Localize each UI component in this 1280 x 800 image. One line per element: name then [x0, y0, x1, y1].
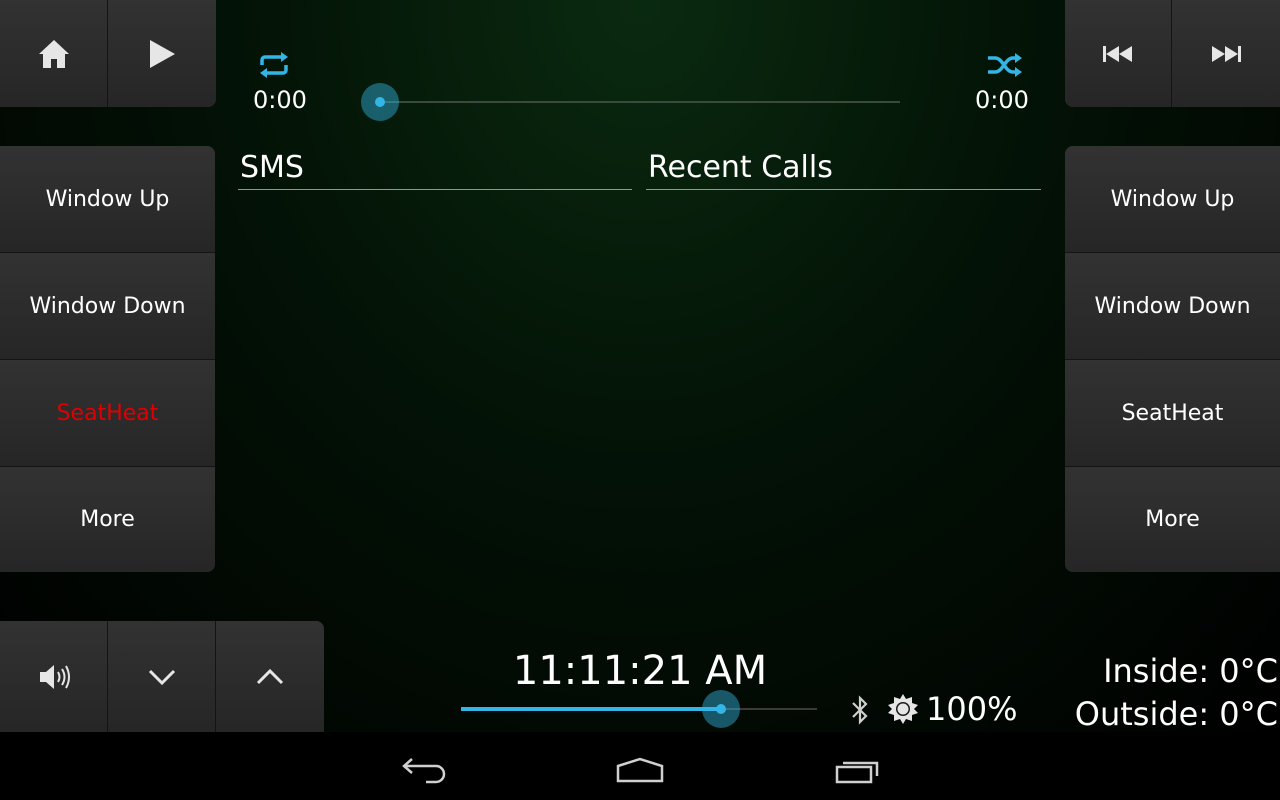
volume-button[interactable] [0, 621, 108, 732]
nav-home-icon [615, 756, 665, 784]
tab-sms[interactable]: SMS [238, 150, 632, 190]
left-seatheat-button[interactable]: SeatHeat [0, 360, 215, 467]
chevron-down-icon [147, 668, 177, 686]
left-more-button[interactable]: More [0, 467, 215, 572]
left-window-up-label: Window Up [45, 186, 170, 212]
skip-next-icon [1209, 44, 1243, 64]
left-window-down-button[interactable]: Window Down [0, 253, 215, 360]
left-window-up-button[interactable]: Window Up [0, 146, 215, 253]
inside-temperature: Inside: 0°C [1103, 652, 1278, 690]
volume-icon [37, 661, 71, 693]
brightness-icon [887, 693, 919, 725]
tab-sms-label: SMS [240, 150, 304, 185]
shuffle-icon[interactable] [986, 51, 1024, 79]
duration-time: 0:00 [975, 86, 1029, 114]
volume-slider-fill [461, 707, 721, 711]
chevron-up-icon [255, 668, 285, 686]
left-window-down-label: Window Down [29, 293, 186, 319]
right-more-button[interactable]: More [1065, 467, 1280, 572]
seek-bar[interactable] [380, 101, 900, 103]
right-window-down-button[interactable]: Window Down [1065, 253, 1280, 360]
clock: 11:11:21 AM [512, 648, 768, 694]
tab-recent-calls[interactable]: Recent Calls [646, 150, 1041, 190]
play-button[interactable] [108, 0, 216, 107]
bluetooth-icon [849, 694, 871, 726]
car-dashboard-screen: 0:00 0:00 SMS Recent Calls Window Up Win… [0, 0, 1280, 732]
brightness-level: 100% [926, 690, 1018, 728]
top-right-controls [1065, 0, 1280, 107]
right-more-label: More [1145, 507, 1200, 532]
play-icon [147, 38, 177, 70]
top-left-controls [0, 0, 216, 107]
bottom-left-controls [0, 621, 324, 732]
nav-recents-button[interactable] [827, 750, 887, 790]
home-icon [37, 38, 71, 70]
skip-previous-icon [1101, 44, 1135, 64]
seek-thumb[interactable] [361, 83, 399, 121]
volume-slider[interactable] [461, 707, 817, 711]
left-more-label: More [80, 507, 135, 532]
nav-home-button[interactable] [610, 750, 670, 790]
volume-down-button[interactable] [108, 621, 216, 732]
nav-back-button[interactable] [394, 750, 454, 790]
right-seatheat-button[interactable]: SeatHeat [1065, 360, 1280, 467]
previous-track-button[interactable] [1065, 0, 1172, 107]
repeat-icon[interactable] [256, 51, 292, 79]
elapsed-time: 0:00 [253, 86, 307, 114]
right-window-up-label: Window Up [1110, 186, 1235, 212]
outside-temperature: Outside: 0°C [1074, 695, 1278, 732]
right-control-panel: Window Up Window Down SeatHeat More [1065, 146, 1280, 572]
next-track-button[interactable] [1172, 0, 1280, 107]
volume-up-button[interactable] [216, 621, 324, 732]
left-seatheat-label: SeatHeat [56, 400, 159, 426]
back-icon [400, 755, 448, 785]
volume-slider-thumb[interactable] [702, 690, 740, 728]
home-button[interactable] [0, 0, 108, 107]
recent-apps-icon [833, 756, 881, 784]
right-window-down-label: Window Down [1094, 293, 1251, 319]
left-control-panel: Window Up Window Down SeatHeat More [0, 146, 215, 572]
tab-recent-calls-label: Recent Calls [648, 150, 833, 185]
right-seatheat-label: SeatHeat [1121, 400, 1224, 426]
right-window-up-button[interactable]: Window Up [1065, 146, 1280, 253]
